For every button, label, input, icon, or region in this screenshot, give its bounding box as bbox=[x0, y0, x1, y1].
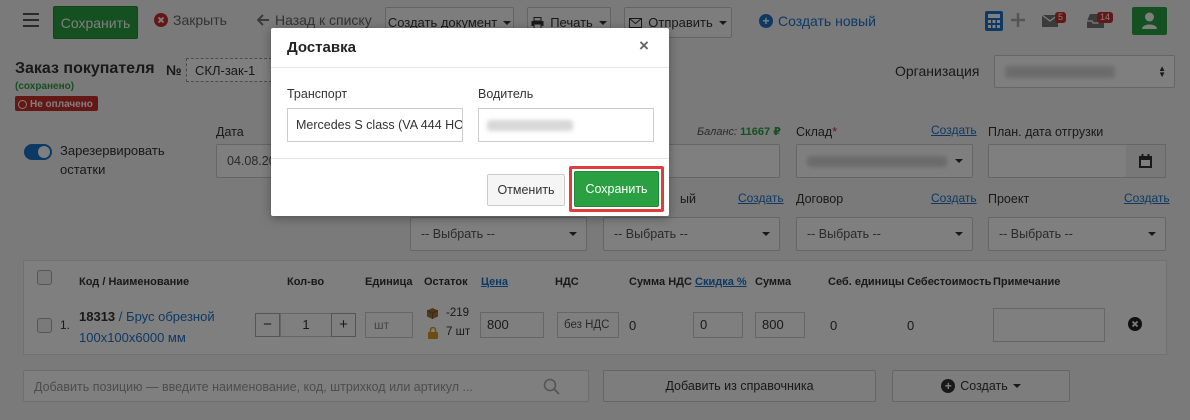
transport-input[interactable]: Mercedes S class (VA 444 HO ) bbox=[287, 108, 463, 142]
transport-label: Транспорт bbox=[287, 87, 348, 101]
delivery-modal: Доставка × Транспорт Mercedes S class (V… bbox=[271, 28, 669, 216]
modal-title: Доставка bbox=[287, 39, 356, 56]
redacted-value bbox=[487, 120, 573, 131]
driver-input[interactable] bbox=[478, 108, 654, 142]
divider bbox=[271, 67, 669, 68]
modal-close-icon[interactable]: × bbox=[639, 36, 649, 56]
modal-save-button[interactable]: Сохранить bbox=[574, 171, 659, 207]
cancel-button[interactable]: Отменить bbox=[487, 174, 565, 206]
driver-label: Водитель bbox=[478, 87, 534, 101]
divider bbox=[271, 158, 669, 159]
